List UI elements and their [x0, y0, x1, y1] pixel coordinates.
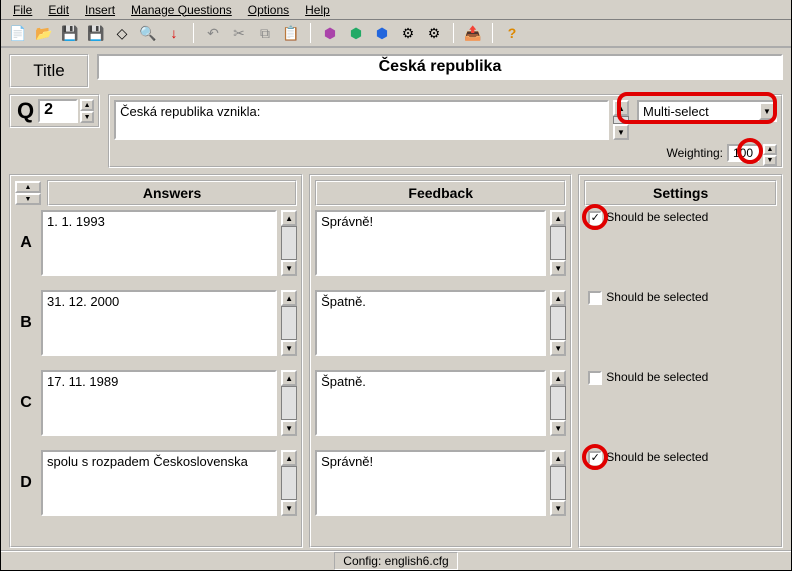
tool5-icon[interactable]: ⚙ [423, 22, 445, 44]
weighting-spinner[interactable]: ▲ ▼ [763, 144, 777, 162]
row-letter: C [15, 370, 37, 436]
weighting-input[interactable]: 100 [727, 144, 759, 162]
answer-scroll[interactable]: ▲▼ [281, 210, 297, 276]
spin-up-icon[interactable]: ▲ [80, 99, 94, 111]
arrow-down-icon[interactable]: ↓ [163, 22, 185, 44]
question-type-value: Multi-select [643, 104, 709, 119]
scroll-up-icon[interactable]: ▲ [550, 290, 566, 306]
nav-down-icon[interactable]: ▼ [15, 193, 41, 205]
paste-icon[interactable]: 📋 [280, 22, 302, 44]
answer-scroll[interactable]: ▲▼ [281, 290, 297, 356]
scroll-down-icon[interactable]: ▼ [281, 420, 297, 436]
scroll-up-icon[interactable]: ▲ [281, 450, 297, 466]
scroll-up-icon[interactable]: ▲ [281, 210, 297, 226]
scroll-down-icon[interactable]: ▼ [550, 420, 566, 436]
feedback-scroll[interactable]: ▲▼ [550, 290, 566, 356]
question-number-input[interactable]: 2 [38, 99, 78, 123]
status-text: Config: english6.cfg [334, 552, 457, 570]
question-number-spinner[interactable]: ▲ ▼ [80, 99, 94, 123]
feedback-scroll[interactable]: ▲▼ [550, 210, 566, 276]
scroll-down-icon[interactable]: ▼ [281, 260, 297, 276]
should-be-selected-label: Should be selected [606, 210, 708, 224]
scroll-up-icon[interactable]: ▲ [550, 370, 566, 386]
title-input[interactable]: Česká republika [97, 54, 783, 80]
should-be-selected-label: Should be selected [606, 450, 708, 464]
row-letter: B [15, 290, 37, 356]
new-icon[interactable]: 📄 [7, 22, 29, 44]
spin-up-icon[interactable]: ▲ [763, 144, 777, 155]
export-icon[interactable]: 📤 [462, 22, 484, 44]
should-be-selected-checkbox[interactable] [588, 291, 602, 305]
feedback-header: Feedback [315, 180, 566, 206]
settings-header: Settings [584, 180, 777, 206]
copy-icon[interactable]: ⧉ [254, 22, 276, 44]
scroll-up-icon[interactable]: ▲ [613, 100, 629, 116]
save-as-icon[interactable]: 💾 [85, 22, 107, 44]
row-letter: D [15, 450, 37, 516]
scroll-up-icon[interactable]: ▲ [281, 290, 297, 306]
dropdown-icon[interactable]: ▼ [759, 102, 775, 120]
tool4-icon[interactable]: ⚙ [397, 22, 419, 44]
settings-column: Settings Should be selected Should be sel… [578, 174, 783, 548]
spin-down-icon[interactable]: ▼ [763, 155, 777, 166]
menu-manage[interactable]: Manage Questions [123, 1, 240, 19]
title-label: Title [9, 54, 89, 88]
feedback-input[interactable]: Správně! [315, 450, 546, 516]
tool2-icon[interactable]: ⬢ [345, 22, 367, 44]
row-letter: A [15, 210, 37, 276]
search-icon[interactable]: 🔍 [137, 22, 159, 44]
tool3-icon[interactable]: ⬢ [371, 22, 393, 44]
cut-icon[interactable]: ✂ [228, 22, 250, 44]
question-letter: Q [15, 98, 36, 124]
save-icon[interactable]: 💾 [59, 22, 81, 44]
should-be-selected-checkbox[interactable] [588, 211, 602, 225]
answer-input[interactable]: 31. 12. 2000 [41, 290, 277, 356]
should-be-selected-label: Should be selected [606, 370, 708, 384]
tool1-icon[interactable]: ⬢ [319, 22, 341, 44]
open-icon[interactable]: 📂 [33, 22, 55, 44]
should-be-selected-checkbox[interactable] [588, 371, 602, 385]
scroll-down-icon[interactable]: ▼ [550, 340, 566, 356]
should-be-selected-checkbox[interactable] [588, 451, 602, 465]
undo-icon[interactable]: ↶ [202, 22, 224, 44]
scroll-down-icon[interactable]: ▼ [613, 124, 629, 140]
menu-help[interactable]: Help [297, 1, 338, 19]
answer-input[interactable]: 1. 1. 1993 [41, 210, 277, 276]
feedback-scroll[interactable]: ▲▼ [550, 370, 566, 436]
feedback-input[interactable]: Špatně. [315, 290, 546, 356]
scroll-down-icon[interactable]: ▼ [281, 500, 297, 516]
answer-input[interactable]: 17. 11. 1989 [41, 370, 277, 436]
answer-input[interactable]: spolu s rozpadem Československa [41, 450, 277, 516]
scroll-down-icon[interactable]: ▼ [281, 340, 297, 356]
scroll-up-icon[interactable]: ▲ [281, 370, 297, 386]
answer-scroll[interactable]: ▲▼ [281, 370, 297, 436]
menu-insert[interactable]: Insert [77, 1, 123, 19]
scroll-down-icon[interactable]: ▼ [550, 260, 566, 276]
scroll-down-icon[interactable]: ▼ [550, 500, 566, 516]
answers-column: ▲ ▼ Answers A1. 1. 1993▲▼B31. 12. 2000▲▼… [9, 174, 303, 548]
question-type-dropdown[interactable]: Multi-select ▼ [637, 100, 777, 122]
should-be-selected-label: Should be selected [606, 290, 708, 304]
status-bar: Config: english6.cfg [1, 550, 791, 570]
row-navigator[interactable]: ▲ ▼ [15, 181, 41, 205]
toolbar: 📄 📂 💾 💾 ◇ 🔍 ↓ ↶ ✂ ⧉ 📋 ⬢ ⬢ ⬢ ⚙ ⚙ 📤 ? [1, 20, 791, 48]
nav-up-icon[interactable]: ▲ [15, 181, 41, 193]
help-icon[interactable]: ? [501, 22, 523, 44]
erase-icon[interactable]: ◇ [111, 22, 133, 44]
feedback-scroll[interactable]: ▲▼ [550, 450, 566, 516]
spin-down-icon[interactable]: ▼ [80, 111, 94, 123]
scroll-up-icon[interactable]: ▲ [550, 210, 566, 226]
feedback-column: Feedback Správně!▲▼Špatně.▲▼Špatně.▲▼Spr… [309, 174, 572, 548]
answers-header: Answers [47, 180, 297, 206]
feedback-input[interactable]: Správně! [315, 210, 546, 276]
menu-edit[interactable]: Edit [40, 1, 77, 19]
weighting-label: Weighting: [667, 146, 723, 160]
menu-options[interactable]: Options [240, 1, 297, 19]
answer-scroll[interactable]: ▲▼ [281, 450, 297, 516]
question-text-input[interactable]: Česká republika vznikla: [114, 100, 609, 140]
scroll-up-icon[interactable]: ▲ [550, 450, 566, 466]
feedback-input[interactable]: Špatně. [315, 370, 546, 436]
menu-bar: File Edit Insert Manage Questions Option… [1, 0, 791, 20]
menu-file[interactable]: File [5, 1, 40, 19]
